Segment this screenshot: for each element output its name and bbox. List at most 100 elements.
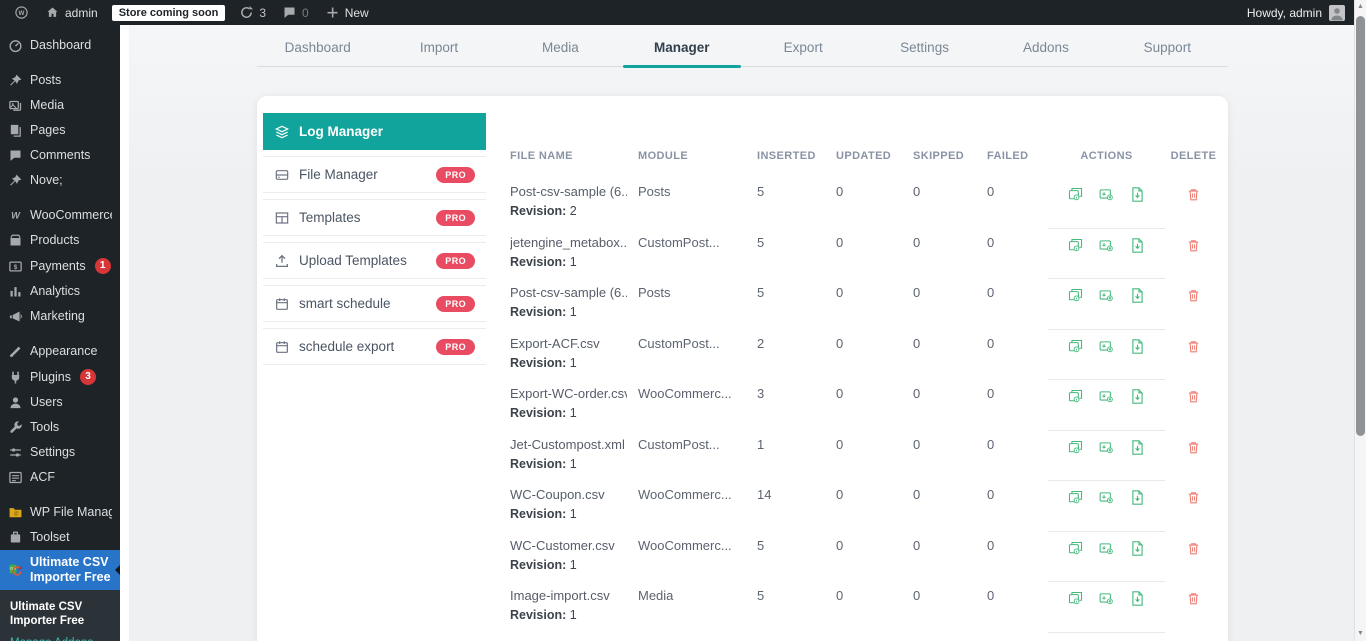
tab-addons[interactable]: Addons [985,28,1106,66]
download-file-action[interactable] [1129,489,1146,506]
error-log-action[interactable] [1098,186,1115,203]
sidebar-item-plugins[interactable]: Plugins3 [0,364,120,390]
error-log-action[interactable] [1098,540,1115,557]
submenu-item-manage-addons[interactable]: Manage Addons [0,632,120,641]
trash-icon[interactable] [1186,591,1201,633]
trash-icon[interactable] [1186,440,1201,482]
trash-icon[interactable] [1186,541,1201,583]
module-cell: CustomPost... [633,229,752,280]
tab-settings[interactable]: Settings [864,28,985,66]
panel-item-templates[interactable]: TemplatesPRO [263,199,486,236]
panel-item-log-manager[interactable]: Log Manager [263,113,486,150]
error-log-action[interactable] [1098,388,1115,405]
tab-manager[interactable]: Manager [621,28,742,66]
trash-icon[interactable] [1186,490,1201,532]
panel-item-file-manager[interactable]: File ManagerPRO [263,156,486,193]
pro-badge[interactable]: PRO [436,167,475,183]
sidebar-item-comments[interactable]: Comments [0,143,120,168]
revision-number: 2 [570,204,577,218]
revision-line: Revision: 1 [510,457,627,471]
trash-icon[interactable] [1186,288,1201,330]
tab-media[interactable]: Media [500,28,621,66]
panel-item-smart-schedule[interactable]: smart schedulePRO [263,285,486,322]
sidebar-item-marketing[interactable]: Marketing [0,304,120,329]
scrollbar-down-arrow-icon[interactable] [1355,627,1366,641]
trash-icon[interactable] [1186,339,1201,381]
my-account-menu[interactable]: Howdy, admin [1247,5,1354,21]
sidebar-item-posts[interactable]: Posts [0,68,120,93]
error-log-action[interactable] [1098,338,1115,355]
pro-badge[interactable]: PRO [436,296,475,312]
window-scrollbar[interactable] [1354,0,1366,641]
download-file-action[interactable] [1129,237,1146,254]
sidebar-item-analytics[interactable]: Analytics [0,279,120,304]
pro-badge[interactable]: PRO [436,210,475,226]
view-log-action[interactable] [1067,237,1084,254]
sidebar-item-products[interactable]: Products [0,228,120,253]
svg-text:W: W [19,10,25,17]
woocommerce-icon: W [8,208,23,223]
download-file-action[interactable] [1129,439,1146,456]
new-content-menu[interactable]: New [317,0,377,25]
tab-export[interactable]: Export [743,28,864,66]
view-log-action[interactable] [1067,388,1084,405]
tab-dashboard[interactable]: Dashboard [257,28,378,66]
sidebar-item-nove[interactable]: Nove; [0,168,120,193]
sidebar-item-ultimate-csv-importer-free[interactable]: CSVUltimate CSV Importer Free [0,550,120,590]
view-log-action[interactable] [1067,590,1084,607]
error-log-action[interactable] [1098,439,1115,456]
pro-badge[interactable]: PRO [436,339,475,355]
file-name-cell: Post-csv-sample (6...Revision: 2 [505,178,633,229]
sidebar-item-payments[interactable]: $Payments1 [0,253,120,279]
trash-icon[interactable] [1186,389,1201,431]
store-coming-soon-badge[interactable]: Store coming soon [112,5,226,21]
sidebar-item-settings[interactable]: Settings [0,440,120,465]
sidebar-item-woocommerce[interactable]: WWooCommerce [0,203,120,228]
actions-cell [1048,582,1165,633]
tab-import[interactable]: Import [378,28,499,66]
download-file-action[interactable] [1129,338,1146,355]
site-name-menu[interactable]: admin [37,0,106,25]
file-name: Post-csv-sample (6... [510,285,627,300]
download-file-action[interactable] [1129,186,1146,203]
view-log-action[interactable] [1067,338,1084,355]
scrollbar-up-arrow-icon[interactable] [1355,0,1366,14]
sidebar-item-wp-file-manager[interactable]: @WP File Manager [0,500,120,525]
table-row: Page-csv-sample-2Pages2000 [505,633,1222,641]
error-log-action[interactable] [1098,590,1115,607]
sidebar-item-media[interactable]: Media [0,93,120,118]
error-log-action[interactable] [1098,237,1115,254]
view-log-action[interactable] [1067,287,1084,304]
wordpress-logo-menu[interactable]: W [6,0,37,25]
view-log-action[interactable] [1067,186,1084,203]
download-file-action[interactable] [1129,388,1146,405]
updates-menu[interactable]: 3 [231,0,274,25]
actions-cell [1048,481,1165,532]
comments-menu[interactable]: 0 [274,0,317,25]
trash-icon[interactable] [1186,238,1201,280]
download-file-action[interactable] [1129,287,1146,304]
sidebar-item-users[interactable]: Users [0,390,120,415]
panel-item-upload-templates[interactable]: Upload TemplatesPRO [263,242,486,279]
scrollbar-thumb[interactable] [1356,16,1365,436]
sidebar-item-pages[interactable]: Pages [0,118,120,143]
actions-cell [1048,380,1165,431]
trash-icon[interactable] [1186,187,1201,229]
sidebar-item-appearance[interactable]: Appearance [0,339,120,364]
error-log-action[interactable] [1098,489,1115,506]
view-log-action[interactable] [1067,540,1084,557]
view-log-action[interactable] [1067,439,1084,456]
view-log-action[interactable] [1067,489,1084,506]
error-log-action[interactable] [1098,287,1115,304]
sidebar-item-tools[interactable]: Tools [0,415,120,440]
sidebar-item-acf[interactable]: ACF [0,465,120,490]
file-name: WC-Coupon.csv [510,487,627,502]
panel-item-schedule-export[interactable]: schedule exportPRO [263,328,486,365]
submenu-item-ultimate-csv-importer-free[interactable]: Ultimate CSV Importer Free [0,596,120,632]
download-file-action[interactable] [1129,540,1146,557]
sidebar-item-dashboard[interactable]: Dashboard [0,33,120,58]
pro-badge[interactable]: PRO [436,253,475,269]
download-file-action[interactable] [1129,590,1146,607]
sidebar-item-toolset[interactable]: Toolset [0,525,120,550]
tab-support[interactable]: Support [1107,28,1228,66]
